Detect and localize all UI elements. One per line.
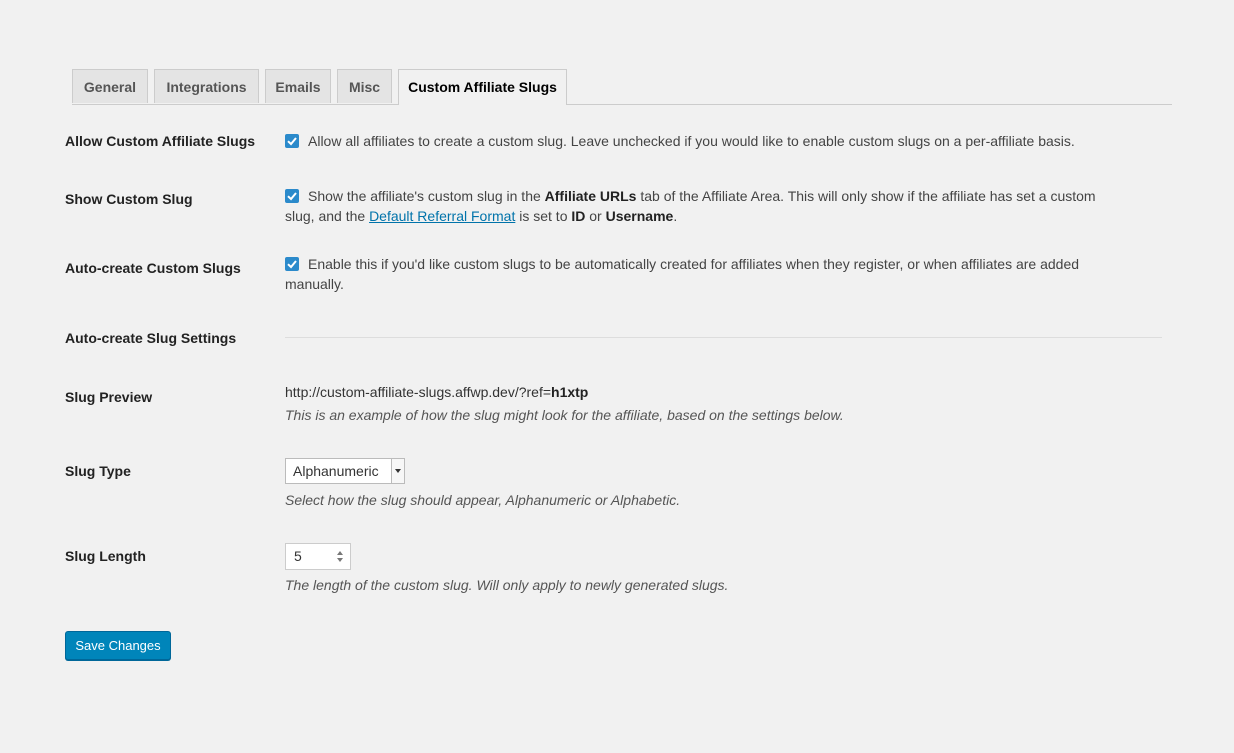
- tab-general[interactable]: General: [72, 69, 148, 103]
- slug-preview-slug: h1xtp: [551, 384, 589, 400]
- auto-create-field: Enable this if you'd like custom slugs t…: [285, 254, 1155, 294]
- show-text-3: slug, and the: [285, 208, 370, 224]
- slug-length-value: 5: [294, 548, 302, 564]
- tab-misc[interactable]: Misc: [337, 69, 392, 103]
- tab-custom-affiliate-slugs[interactable]: Custom Affiliate Slugs: [398, 69, 567, 105]
- allow-custom-slugs-text: Allow all affiliates to create a custom …: [308, 133, 1075, 149]
- auto-create-text-1: Enable this if you'd like custom slugs t…: [308, 256, 1080, 272]
- auto-create-text-2: manually.: [285, 276, 344, 292]
- show-custom-slug-label: Show Custom Slug: [65, 191, 193, 207]
- check-icon: [287, 260, 297, 269]
- slug-type-selected: Alphanumeric: [293, 463, 379, 479]
- allow-custom-slugs-label: Allow Custom Affiliate Slugs: [65, 133, 256, 149]
- slug-type-label: Slug Type: [65, 463, 131, 479]
- show-text-6: .: [673, 208, 678, 224]
- check-icon: [287, 137, 297, 146]
- slug-preview-url: http://custom-affiliate-slugs.affwp.dev/…: [285, 384, 552, 400]
- settings-tabs: General Integrations Emails Misc Custom …: [72, 69, 1172, 105]
- show-text-2: tab of the Affiliate Area. This will onl…: [636, 188, 1096, 204]
- stepper-arrows-icon[interactable]: [336, 550, 344, 564]
- auto-create-checkbox[interactable]: [285, 257, 299, 271]
- allow-custom-slugs-checkbox[interactable]: [285, 134, 299, 148]
- save-changes-button[interactable]: Save Changes: [65, 631, 171, 660]
- show-text-5: or: [585, 208, 606, 224]
- slug-length-input[interactable]: 5: [285, 543, 351, 570]
- section-divider: [285, 337, 1162, 338]
- tab-emails[interactable]: Emails: [265, 69, 331, 103]
- show-text-1: Show the affiliate's custom slug in the: [308, 188, 545, 204]
- username-bold: Username: [605, 208, 674, 224]
- slug-preview-label: Slug Preview: [65, 389, 153, 405]
- slug-preview-description: This is an example of how the slug might…: [285, 407, 844, 423]
- allow-custom-slugs-field: Allow all affiliates to create a custom …: [285, 131, 1075, 151]
- check-icon: [287, 192, 297, 201]
- slug-type-description: Select how the slug should appear, Alpha…: [285, 492, 681, 508]
- slug-preview-field: http://custom-affiliate-slugs.affwp.dev/…: [285, 382, 588, 402]
- chevron-down-icon: [391, 459, 404, 483]
- show-text-4: is set to: [515, 208, 572, 224]
- slug-type-select[interactable]: Alphanumeric: [285, 458, 405, 484]
- slug-length-label: Slug Length: [65, 548, 146, 564]
- auto-create-label: Auto-create Custom Slugs: [65, 260, 241, 276]
- auto-create-settings-heading: Auto-create Slug Settings: [65, 330, 237, 346]
- show-custom-slug-field: Show the affiliate's custom slug in the …: [285, 186, 1155, 226]
- id-bold: ID: [571, 208, 586, 224]
- default-referral-format-link[interactable]: Default Referral Format: [369, 208, 515, 224]
- slug-length-description: The length of the custom slug. Will only…: [285, 577, 729, 593]
- show-custom-slug-checkbox[interactable]: [285, 189, 299, 203]
- affiliate-urls-bold: Affiliate URLs: [544, 188, 637, 204]
- tab-integrations[interactable]: Integrations: [154, 69, 259, 103]
- tabs-divider: [72, 104, 1172, 105]
